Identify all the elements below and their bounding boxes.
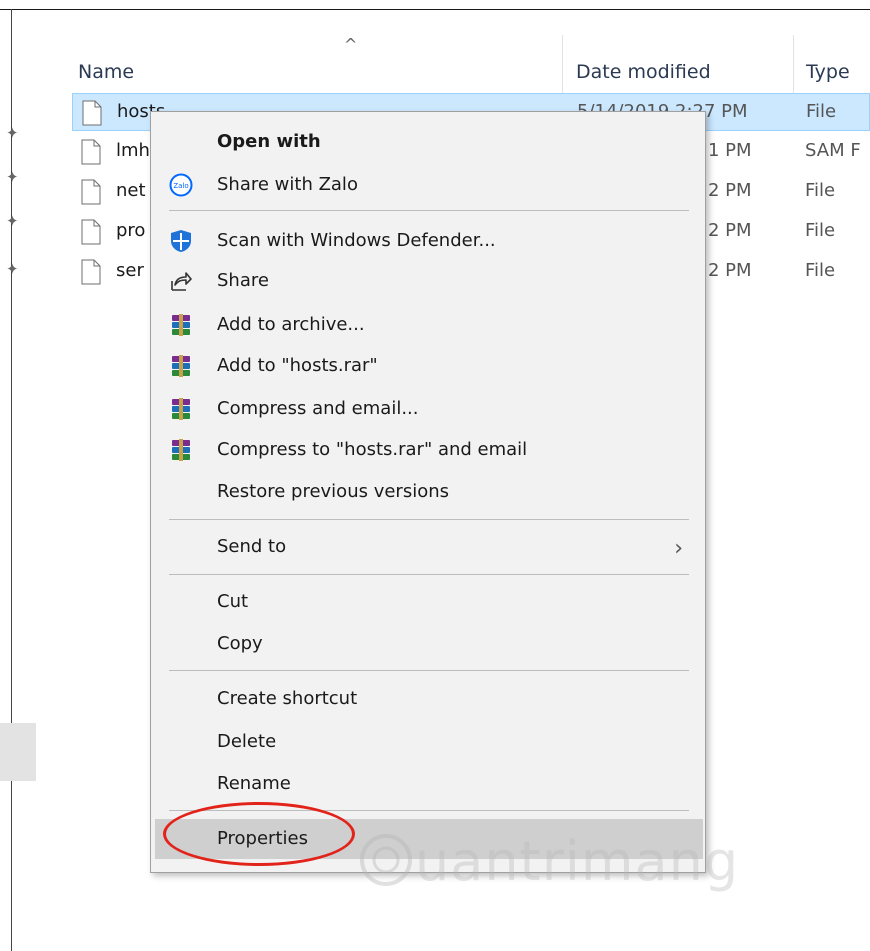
column-header-type[interactable]: Type — [806, 61, 850, 83]
pin-icon[interactable]: ✦ — [6, 170, 19, 185]
menu-separator — [169, 574, 689, 575]
menu-item-label: Open with — [217, 131, 321, 152]
column-separator[interactable] — [793, 35, 794, 93]
winrar-icon — [172, 439, 190, 461]
menu-separator — [169, 519, 689, 520]
menu-item-label: Compress and email... — [217, 398, 419, 419]
menu-separator — [169, 670, 689, 671]
file-type: File — [806, 101, 837, 122]
chevron-right-icon: › — [674, 536, 683, 561]
column-header-name[interactable]: Name — [78, 61, 134, 83]
file-name: pro — [116, 220, 146, 241]
menu-item-label: Delete — [217, 731, 277, 752]
column-header-date-modified[interactable]: Date modified — [576, 61, 711, 83]
winrar-icon — [172, 355, 190, 377]
file-date: 2 PM — [708, 260, 752, 281]
file-name: ser — [116, 260, 144, 281]
file-name: net — [116, 180, 146, 201]
file-name: lmh — [116, 140, 150, 161]
menu-item-create-shortcut[interactable]: Create shortcut — [151, 679, 705, 719]
menu-item-add-to-hosts-rar[interactable]: Add to "hosts.rar" — [151, 346, 705, 386]
file-date: 2 PM — [708, 220, 752, 241]
pin-icon[interactable]: ✦ — [6, 262, 19, 277]
menu-item-scan-windows-defender[interactable]: Scan with Windows Defender... — [151, 221, 705, 261]
menu-item-add-to-archive[interactable]: Add to archive... — [151, 305, 705, 345]
menu-item-label: Compress to "hosts.rar" and email — [217, 439, 528, 460]
menu-item-label: Cut — [217, 591, 249, 612]
column-separator[interactable] — [562, 35, 563, 93]
sort-ascending-icon[interactable]: ^ — [344, 35, 357, 54]
lightbulb-icon — [360, 834, 412, 886]
file-type: File — [805, 180, 836, 201]
highlight-circle — [163, 802, 355, 866]
svg-text:Zalo: Zalo — [173, 182, 188, 190]
menu-item-label: Add to "hosts.rar" — [217, 355, 378, 376]
file-type: SAM F — [805, 140, 861, 161]
menu-item-label: Add to archive... — [217, 314, 365, 335]
nav-pane-selection[interactable] — [0, 723, 36, 781]
context-menu: Open with Zalo Share with Zalo Scan with… — [150, 111, 706, 873]
menu-item-share[interactable]: Share — [151, 261, 705, 301]
menu-item-label: Send to — [217, 536, 287, 557]
file-icon — [81, 219, 101, 245]
menu-item-label: Rename — [217, 773, 291, 794]
menu-item-delete[interactable]: Delete — [151, 722, 705, 762]
menu-item-compress-to-hosts-rar-and-email[interactable]: Compress to "hosts.rar" and email — [151, 430, 705, 470]
file-icon — [81, 259, 101, 285]
menu-item-rename[interactable]: Rename — [151, 764, 705, 804]
pin-icon[interactable]: ✦ — [6, 126, 19, 141]
menu-item-label: Share with Zalo — [217, 174, 358, 195]
file-icon — [81, 139, 101, 165]
menu-item-restore-previous-versions[interactable]: Restore previous versions — [151, 472, 705, 512]
menu-item-label: Restore previous versions — [217, 481, 450, 502]
column-header-bar: ^ Name Date modified Type — [40, 15, 870, 97]
winrar-icon — [172, 398, 190, 420]
menu-item-cut[interactable]: Cut — [151, 582, 705, 622]
menu-item-compress-and-email[interactable]: Compress and email... — [151, 389, 705, 429]
watermark-logo: uantrimang — [415, 830, 740, 893]
menu-item-label: Create shortcut — [217, 688, 358, 709]
file-date: 2 PM — [708, 180, 752, 201]
file-type: File — [805, 220, 836, 241]
menu-item-label: Share — [217, 270, 269, 291]
menu-separator — [169, 210, 689, 211]
window-top-edge — [0, 0, 870, 10]
menu-item-label: Copy — [217, 633, 263, 654]
pin-icon[interactable]: ✦ — [6, 214, 19, 229]
menu-item-share-with-zalo[interactable]: Zalo Share with Zalo — [151, 165, 705, 205]
file-date: 1 PM — [708, 140, 752, 161]
window-left-edge — [11, 9, 12, 951]
file-icon — [81, 179, 101, 205]
file-icon — [82, 100, 102, 126]
file-type: File — [805, 260, 836, 281]
menu-item-open-with[interactable]: Open with — [151, 122, 705, 162]
menu-item-label: Scan with Windows Defender... — [217, 230, 496, 251]
menu-item-send-to[interactable]: Send to › — [151, 527, 705, 567]
share-icon — [171, 272, 192, 291]
menu-item-copy[interactable]: Copy — [151, 624, 705, 664]
windows-defender-icon — [171, 230, 191, 252]
zalo-icon: Zalo — [169, 173, 193, 197]
winrar-icon — [172, 314, 190, 336]
